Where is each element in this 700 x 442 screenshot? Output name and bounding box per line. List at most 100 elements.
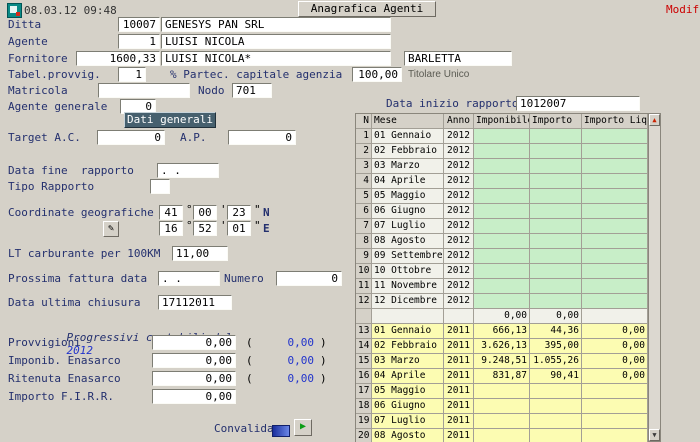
table-row[interactable]: 707 Luglio2012 <box>356 219 649 234</box>
cell-mese: 01 Gennaio <box>372 129 444 144</box>
cell-liq: 0,00 <box>582 339 648 354</box>
fornitore-name-field[interactable]: LUISI NICOLA* <box>161 51 391 66</box>
table-row[interactable]: 0,000,00 <box>356 309 649 324</box>
fornitore-city-field[interactable]: BARLETTA <box>404 51 512 66</box>
paren-open-1: ( <box>246 336 253 349</box>
lat-deg-field[interactable]: 41 <box>159 205 183 220</box>
table-row[interactable]: 303 Marzo2012 <box>356 159 649 174</box>
lat-min-field[interactable]: 00 <box>193 205 217 220</box>
paren-open-3: ( <box>246 372 253 385</box>
cell-mese: 04 Aprile <box>372 369 444 384</box>
data-inizio-field[interactable]: 1012007 <box>516 96 640 111</box>
imponib-enasarco-label: Imponib. Enasarco <box>8 354 121 367</box>
table-row[interactable]: 1604 Aprile2011831,8790,410,00 <box>356 369 649 384</box>
cell-n: 19 <box>356 414 372 429</box>
table-row[interactable]: 202 Febbraio2012 <box>356 144 649 159</box>
table-scrollbar[interactable]: ▲ ▼ <box>648 113 661 442</box>
col-header-imponibile: Imponibile <box>474 114 530 129</box>
data-fine-field[interactable]: . . 0 <box>157 163 219 178</box>
tipo-rapporto-field[interactable] <box>150 179 170 194</box>
cell-imponibile <box>474 129 530 144</box>
table-row[interactable]: 1212 Dicembre2012 <box>356 294 649 309</box>
ditta-code-field[interactable]: 10007 <box>118 17 160 32</box>
ditta-name-field[interactable]: GENESYS PAN SRL <box>161 17 391 32</box>
cell-liq: 0,00 <box>582 369 648 384</box>
cell-n: 11 <box>356 279 372 294</box>
cell-imponibile: 0,00 <box>474 309 530 324</box>
table-row[interactable]: 909 Settembre2012 <box>356 249 649 264</box>
cell-importo <box>530 234 582 249</box>
table-row[interactable]: 1503 Marzo20119.248,511.055,260,00 <box>356 354 649 369</box>
col-header-importo: Importo <box>530 114 582 129</box>
coordinate-label: Coordinate geografiche <box>8 206 154 219</box>
edit-coordinates-button[interactable]: ✎ <box>103 221 119 237</box>
fornitore-code-field[interactable]: 1600,33 <box>76 51 160 66</box>
modif-link[interactable]: Modif <box>666 3 699 16</box>
cell-mese: 07 Luglio <box>372 414 444 429</box>
cell-anno: 2011 <box>444 339 474 354</box>
table-row[interactable]: 606 Giugno2012 <box>356 204 649 219</box>
table-row[interactable]: 101 Gennaio2012 <box>356 129 649 144</box>
table-row[interactable]: 1705 Maggio2011 <box>356 384 649 399</box>
cell-mese: 08 Agosto <box>372 234 444 249</box>
partec-field[interactable]: 100,00 <box>352 67 402 82</box>
agente-name-field[interactable]: LUISI NICOLA <box>161 34 391 49</box>
cell-liq <box>582 204 648 219</box>
cell-importo <box>530 399 582 414</box>
lon-sec-field[interactable]: 01 <box>227 221 251 236</box>
cell-imponibile <box>474 159 530 174</box>
cell-mese: 08 Agosto <box>372 429 444 442</box>
table-row[interactable]: 808 Agosto2012 <box>356 234 649 249</box>
cell-importo <box>530 189 582 204</box>
tabel-provvig-field[interactable]: 1 <box>118 67 146 82</box>
scroll-down-button[interactable]: ▼ <box>649 429 660 441</box>
table-row[interactable]: 505 Maggio2012 <box>356 189 649 204</box>
table-row[interactable]: 1402 Febbraio20113.626,13395,000,00 <box>356 339 649 354</box>
target-ap-field[interactable]: 0 <box>228 130 296 145</box>
cell-imponibile: 9.248,51 <box>474 354 530 369</box>
cell-liq <box>582 309 648 324</box>
cell-mese: 04 Aprile <box>372 174 444 189</box>
agente-label: Agente <box>8 35 48 48</box>
cell-anno: 2011 <box>444 414 474 429</box>
table-row[interactable]: 404 Aprile2012 <box>356 174 649 189</box>
cell-imponibile <box>474 234 530 249</box>
cell-importo <box>530 249 582 264</box>
carburante-field[interactable]: 11,00 <box>172 246 228 261</box>
cell-liq <box>582 414 648 429</box>
numero-field[interactable]: 0 <box>276 271 342 286</box>
table-row[interactable]: 1907 Luglio2011 <box>356 414 649 429</box>
convalida-run-button[interactable]: ▶ <box>294 419 312 436</box>
dati-generali-button[interactable]: Dati generali <box>124 112 216 128</box>
prossima-fattura-data-field[interactable]: . . 0 <box>158 271 220 286</box>
paren-close-3: ) <box>320 372 327 385</box>
table-row[interactable]: 1111 Novembre2012 <box>356 279 649 294</box>
matricola-field[interactable] <box>98 83 190 98</box>
agente-code-field[interactable]: 1 <box>118 34 160 49</box>
provvigioni-alt-value: 0,00 <box>254 336 314 349</box>
table-row[interactable]: 1301 Gennaio2011666,1344,360,00 <box>356 324 649 339</box>
title-button[interactable]: Anagrafica Agenti <box>298 1 436 17</box>
table-row[interactable]: 2008 Agosto2011 <box>356 429 649 442</box>
lat-sec-field[interactable]: 23 <box>227 205 251 220</box>
cell-imponibile <box>474 219 530 234</box>
cell-anno: 2011 <box>444 324 474 339</box>
nodo-field[interactable]: 701 <box>232 83 272 98</box>
firr-field[interactable]: 0,00 <box>152 389 236 404</box>
table-row[interactable]: 1806 Giugno2011 <box>356 399 649 414</box>
deg-symbol-2: ° <box>186 219 193 232</box>
cell-imponibile <box>474 414 530 429</box>
ultima-chiusura-field[interactable]: 17112011 <box>158 295 232 310</box>
scroll-up-button[interactable]: ▲ <box>649 114 660 126</box>
cell-n <box>356 309 372 324</box>
cell-anno: 2012 <box>444 204 474 219</box>
provvigioni-field[interactable]: 0,00 <box>152 335 236 350</box>
lon-deg-field[interactable]: 16 <box>159 221 183 236</box>
ritenuta-enasarco-field[interactable]: 0,00 <box>152 371 236 386</box>
paren-close-1: ) <box>320 336 327 349</box>
ultima-chiusura-label: Data ultima chiusura <box>8 296 140 309</box>
table-row[interactable]: 1010 Ottobre2012 <box>356 264 649 279</box>
lon-min-field[interactable]: 52 <box>193 221 217 236</box>
target-ac-field[interactable]: 0 <box>97 130 165 145</box>
imponib-enasarco-field[interactable]: 0,00 <box>152 353 236 368</box>
